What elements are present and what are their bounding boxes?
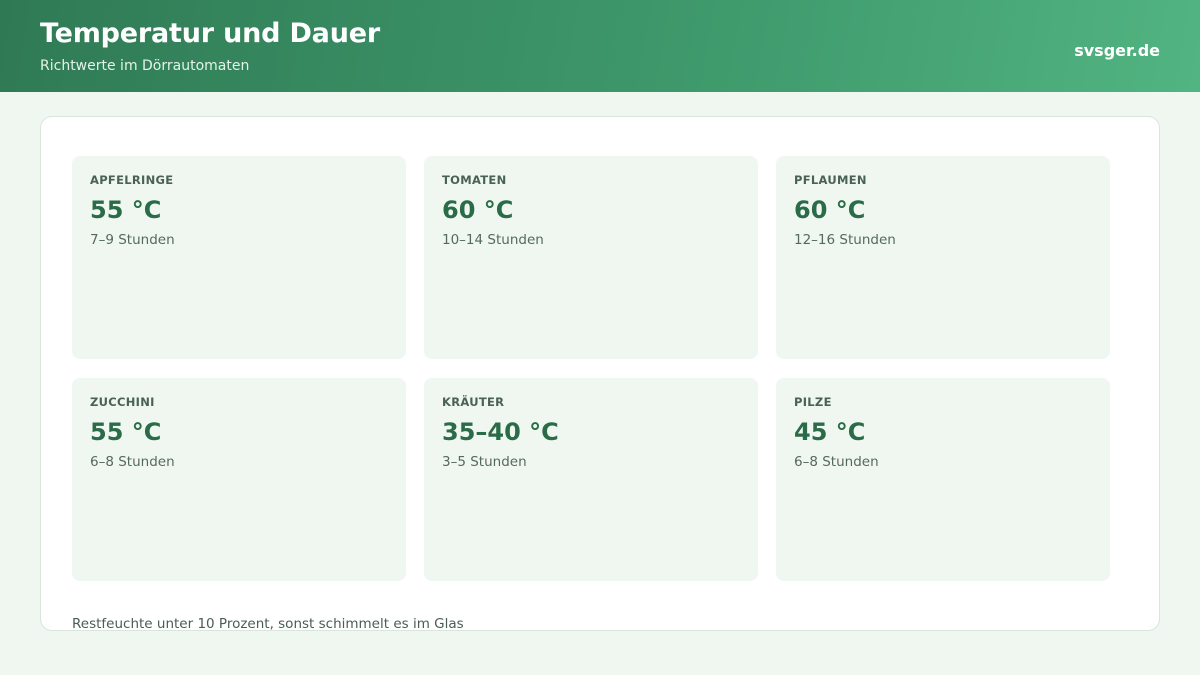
card-pilze: PILZE 45 °C 6–8 Stunden — [776, 378, 1110, 581]
card-name: KRÄUTER — [442, 395, 505, 409]
card-name: ZUCCHINI — [90, 395, 155, 409]
footnote: Restfeuchte unter 10 Prozent, sonst schi… — [72, 616, 464, 632]
card-kraeuter: KRÄUTER 35–40 °C 3–5 Stunden — [424, 378, 758, 581]
card-tomaten: TOMATEN 60 °C 10–14 Stunden — [424, 156, 758, 359]
page-title: Temperatur und Dauer — [40, 18, 380, 49]
page-subtitle: Richtwerte im Dörrautomaten — [40, 58, 250, 74]
content-panel: APFELRINGE 55 °C 7–9 Stunden TOMATEN 60 … — [40, 116, 1160, 632]
card-temperature: 55 °C — [90, 418, 162, 446]
card-duration: 3–5 Stunden — [442, 454, 527, 470]
card-duration: 10–14 Stunden — [442, 232, 544, 248]
card-apfelringe: APFELRINGE 55 °C 7–9 Stunden — [72, 156, 406, 359]
card-temperature: 35–40 °C — [442, 418, 559, 446]
card-temperature: 60 °C — [442, 196, 514, 224]
card-temperature: 55 °C — [90, 196, 162, 224]
card-duration: 6–8 Stunden — [90, 454, 175, 470]
card-name: APFELRINGE — [90, 173, 174, 187]
card-duration: 6–8 Stunden — [794, 454, 879, 470]
card-name: PFLAUMEN — [794, 173, 867, 187]
card-name: PILZE — [794, 395, 832, 409]
header-banner: Temperatur und Dauer Richtwerte im Dörra… — [0, 0, 1200, 92]
card-pflaumen: PFLAUMEN 60 °C 12–16 Stunden — [776, 156, 1110, 359]
card-temperature: 45 °C — [794, 418, 866, 446]
card-duration: 12–16 Stunden — [794, 232, 896, 248]
card-temperature: 60 °C — [794, 196, 866, 224]
card-zucchini: ZUCCHINI 55 °C 6–8 Stunden — [72, 378, 406, 581]
brand-label: svsger.de — [1074, 41, 1160, 60]
card-grid: APFELRINGE 55 °C 7–9 Stunden TOMATEN 60 … — [72, 156, 1111, 581]
card-duration: 7–9 Stunden — [90, 232, 175, 248]
card-name: TOMATEN — [442, 173, 507, 187]
